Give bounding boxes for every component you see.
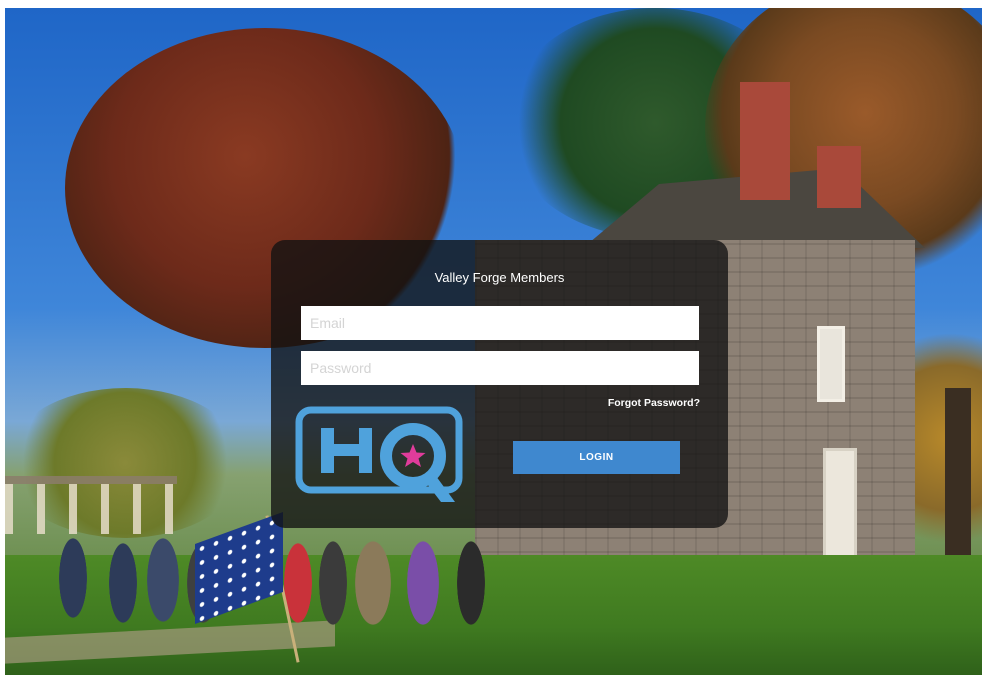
house-window [817, 326, 845, 402]
login-title: Valley Forge Members [434, 270, 565, 285]
hq-logo [295, 406, 463, 502]
forgot-password-link[interactable]: Forgot Password? [608, 397, 700, 409]
password-field[interactable] [301, 351, 699, 385]
chimney [740, 82, 790, 200]
email-field[interactable] [301, 306, 699, 340]
star-icon [400, 444, 426, 467]
logo-letter-h [321, 428, 372, 473]
login-button[interactable]: LOGIN [513, 441, 680, 474]
pavilion [5, 476, 177, 534]
login-panel: Valley Forge Members Forgot Password? LO… [271, 240, 728, 528]
chimney [817, 146, 861, 208]
